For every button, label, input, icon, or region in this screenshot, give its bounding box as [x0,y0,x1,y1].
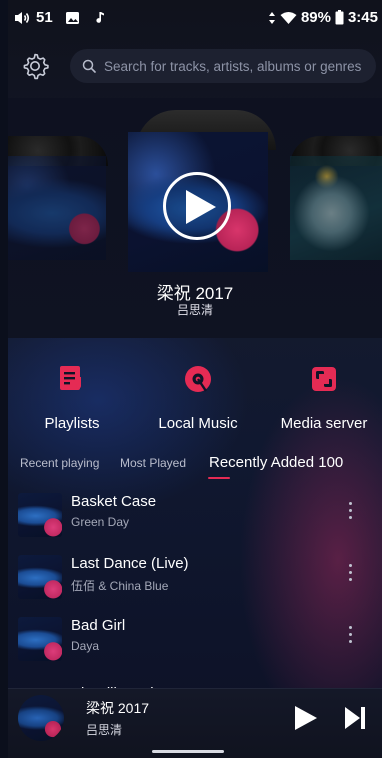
top-bar [8,44,382,90]
clock: 3:45 [347,9,378,26]
playlist-icon [60,366,82,390]
track-title: Last Dance (Live) [71,555,189,572]
search-icon [82,59,96,73]
music-note-icon [96,11,104,23]
media-server-icon [312,367,336,391]
home-indicator[interactable] [152,750,224,753]
album-art-left[interactable] [8,156,106,260]
track-title: Bad Girl [71,617,126,634]
search-bar[interactable] [70,49,376,83]
wifi-icon [280,11,297,24]
now-playing-artwork[interactable] [18,695,64,741]
more-options-icon[interactable] [346,626,354,648]
settings-gear-icon[interactable] [21,52,49,80]
music-app: 51 89% 3:45 Search for tracks, artists, … [8,0,382,758]
track-row[interactable]: Bad Girl Daya [8,614,382,664]
volume-level: 51 [36,9,53,26]
local-music-label: Local Music [158,415,238,432]
mini-player[interactable]: 梁祝 2017 吕思清 [8,688,382,758]
track-thumbnail [18,493,62,537]
image-notification-icon [65,11,79,24]
library-tabs: Recent playing Most Played Recently Adde… [8,454,382,482]
track-artist: Green Day [71,515,130,529]
featured-artist: 吕思清 [176,303,213,317]
media-server-label: Media server [280,415,368,432]
volume-icon [15,11,30,24]
tab-most-played[interactable]: Most Played [120,456,186,470]
now-playing-title: 梁祝 2017 [86,700,150,716]
track-artist: Daya [71,639,100,653]
status-bar: 51 89% 3:45 [8,0,382,34]
more-options-icon[interactable] [346,564,354,586]
next-track-icon[interactable] [344,706,366,730]
playlists-label: Playlists [44,415,100,432]
track-row[interactable]: Last Dance (Live) 伍佰 & China Blue [8,552,382,602]
mini-play-icon[interactable] [294,705,318,731]
tab-recent-playing[interactable]: Recent playing [20,456,99,470]
track-title: Basket Case [71,493,157,510]
album-art-right[interactable] [290,156,382,260]
disc-icon [185,366,211,392]
active-tab-indicator [208,477,230,479]
playlists-button[interactable]: Playlists [12,364,132,432]
track-row[interactable]: Basket Case Green Day [8,490,382,540]
track-artist: 伍佰 & China Blue [71,579,169,593]
play-button[interactable] [163,172,231,240]
data-transfer-icon [268,11,275,24]
battery-icon [335,10,344,25]
search-input[interactable] [102,57,376,75]
play-icon [186,190,216,224]
local-music-button[interactable]: Local Music [138,364,258,432]
tab-recently-added[interactable]: Recently Added 100 [209,454,343,471]
track-thumbnail [18,555,62,599]
more-options-icon[interactable] [346,502,354,524]
battery-percentage: 89% [300,9,331,26]
track-thumbnail [18,617,62,661]
now-playing-artist: 吕思清 [86,723,123,737]
media-server-button[interactable]: Media server [264,364,382,432]
